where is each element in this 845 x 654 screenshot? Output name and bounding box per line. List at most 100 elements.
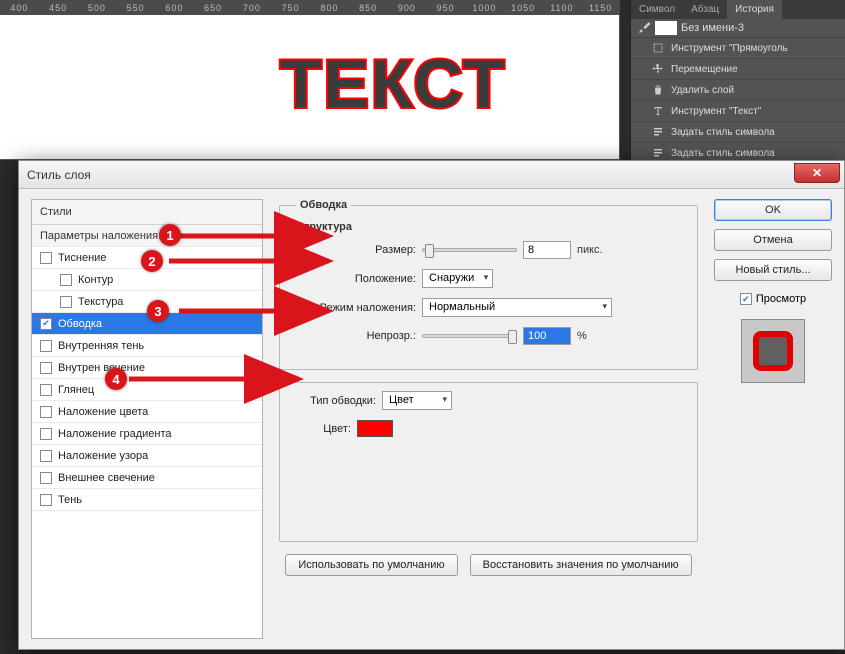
history-item-label: Инструмент "Текст" — [671, 106, 761, 117]
history-item-label: Перемещение — [671, 64, 738, 75]
opacity-label: Непрозр.: — [296, 330, 416, 342]
stroketype-combo[interactable]: Цвет — [382, 391, 452, 410]
style-item-label: Внутренняя тень — [58, 340, 144, 352]
style-item-label: Тиснение — [58, 252, 106, 264]
annotation-badge-3: 3 — [147, 300, 169, 322]
opacity-input[interactable] — [523, 327, 571, 345]
history-item[interactable]: Задать стиль символа — [631, 122, 845, 143]
size-input[interactable] — [523, 241, 571, 259]
stroke-type-group: Тип обводки: Цвет Цвет: — [279, 382, 698, 542]
new-style-button[interactable]: Новый стиль... — [714, 259, 832, 281]
preview-square — [753, 331, 793, 371]
style-item[interactable]: Глянец — [32, 379, 262, 401]
history-item[interactable]: Инструмент "Текст" — [631, 101, 845, 122]
styles-heading: Стили — [32, 200, 262, 225]
dialog-titlebar[interactable]: Стиль слоя ✕ — [19, 161, 844, 189]
stroke-group-title: Обводка — [296, 199, 351, 211]
history-item[interactable]: Перемещение — [631, 59, 845, 80]
close-button[interactable]: ✕ — [794, 163, 840, 183]
preview-checkbox[interactable]: ✔ — [740, 293, 752, 305]
annotation-badge-4: 4 — [105, 368, 127, 390]
doc-thumb — [655, 21, 677, 35]
position-label: Положение: — [296, 273, 416, 285]
style-item[interactable]: Внутренняя тень — [32, 335, 262, 357]
brush-icon — [637, 21, 651, 35]
style-item-label: Контур — [78, 274, 113, 286]
history-item[interactable]: Инструмент "Прямоуголь — [631, 38, 845, 59]
stroke-group: Обводка Структура Размер: пикс. Положени… — [279, 199, 698, 370]
history-item-label: Инструмент "Прямоуголь — [671, 43, 788, 54]
style-item-label: Внешнее свечение — [58, 472, 155, 484]
style-checkbox[interactable] — [40, 340, 52, 352]
style-checkbox[interactable]: ✔ — [40, 318, 52, 330]
style-checkbox[interactable] — [40, 252, 52, 264]
history-doc-row[interactable]: Без имени-3 — [631, 19, 845, 38]
settings-panel: Обводка Структура Размер: пикс. Положени… — [277, 199, 700, 639]
blending-options-row[interactable]: Параметры наложения: п — [32, 225, 262, 247]
style-item[interactable]: Наложение градиента — [32, 423, 262, 445]
style-item[interactable]: Контур — [32, 269, 262, 291]
style-checkbox[interactable] — [60, 296, 72, 308]
size-unit: пикс. — [577, 244, 603, 256]
style-item-label: Наложение градиента — [58, 428, 172, 440]
position-combo[interactable]: Снаружи — [422, 269, 493, 288]
history-item[interactable]: Удалить слой — [631, 80, 845, 101]
tab-history[interactable]: История — [727, 0, 782, 19]
sample-text: ТЕКСТ — [280, 45, 506, 123]
style-item[interactable]: ✔ Обводка — [32, 313, 262, 335]
doc-name: Без имени-3 — [681, 22, 744, 34]
opacity-slider[interactable] — [422, 334, 517, 338]
ruler-top: 4004505005506006507007508008509009501000… — [0, 0, 620, 15]
structure-title: Структура — [296, 221, 681, 233]
make-default-button[interactable]: Использовать по умолчанию — [285, 554, 457, 576]
style-item-label: Наложение узора — [58, 450, 148, 462]
canvas-area: 4004505005506006507007508008509009501000… — [0, 0, 620, 160]
rect-icon — [651, 41, 665, 55]
style-item-label: Наложение цвета — [58, 406, 148, 418]
style-item[interactable]: Внешнее свечение — [32, 467, 262, 489]
close-icon: ✕ — [812, 166, 822, 180]
history-panel: Символ Абзац История Без имени-3 Инструм… — [630, 0, 845, 160]
style-item[interactable]: Тень — [32, 489, 262, 511]
style-item-label: Тень — [58, 494, 82, 506]
dialog-title: Стиль слоя — [27, 168, 91, 182]
style-item-label: Глянец — [58, 384, 94, 396]
blendmode-combo[interactable]: Нормальный — [422, 298, 612, 317]
tab-char[interactable]: Символ — [631, 0, 683, 19]
move-icon — [651, 62, 665, 76]
blending-options-label: Параметры наложения: п — [40, 230, 170, 242]
ok-button[interactable]: OK — [714, 199, 832, 221]
style-checkbox[interactable] — [40, 384, 52, 396]
text-icon — [651, 104, 665, 118]
history-item[interactable]: Задать стиль символа — [631, 143, 845, 160]
history-item-label: Удалить слой — [671, 85, 734, 96]
style-item-label: Обводка — [58, 318, 102, 330]
style-checkbox[interactable] — [40, 428, 52, 440]
color-swatch[interactable] — [357, 420, 393, 437]
blendmode-label: Режим наложения: — [296, 302, 416, 314]
style-checkbox[interactable] — [60, 274, 72, 286]
style-item[interactable]: Внутрен вечение — [32, 357, 262, 379]
style-checkbox[interactable] — [40, 450, 52, 462]
preview-checkbox-row[interactable]: ✔ Просмотр — [740, 293, 806, 305]
style-item-label: Внутрен вечение — [58, 362, 145, 374]
tab-para[interactable]: Абзац — [683, 0, 727, 19]
style-checkbox[interactable] — [40, 472, 52, 484]
style-item[interactable]: Наложение цвета — [32, 401, 262, 423]
style-checkbox[interactable] — [40, 406, 52, 418]
style-checkbox[interactable] — [40, 494, 52, 506]
style-item[interactable]: Наложение узора — [32, 445, 262, 467]
stroketype-label: Тип обводки: — [296, 395, 376, 407]
size-slider[interactable] — [422, 248, 517, 252]
cancel-button[interactable]: Отмена — [714, 229, 832, 251]
color-label: Цвет: — [296, 423, 351, 435]
style-checkbox[interactable] — [40, 362, 52, 374]
panel-tabs[interactable]: Символ Абзац История — [631, 0, 845, 19]
trash-icon — [651, 83, 665, 97]
preview-box — [741, 319, 805, 383]
opacity-unit: % — [577, 330, 587, 342]
restore-default-button[interactable]: Восстановить значения по умолчанию — [470, 554, 692, 576]
history-item-label: Задать стиль символа — [671, 148, 775, 159]
history-item-label: Задать стиль символа — [671, 127, 775, 138]
preview-label: Просмотр — [756, 293, 806, 305]
